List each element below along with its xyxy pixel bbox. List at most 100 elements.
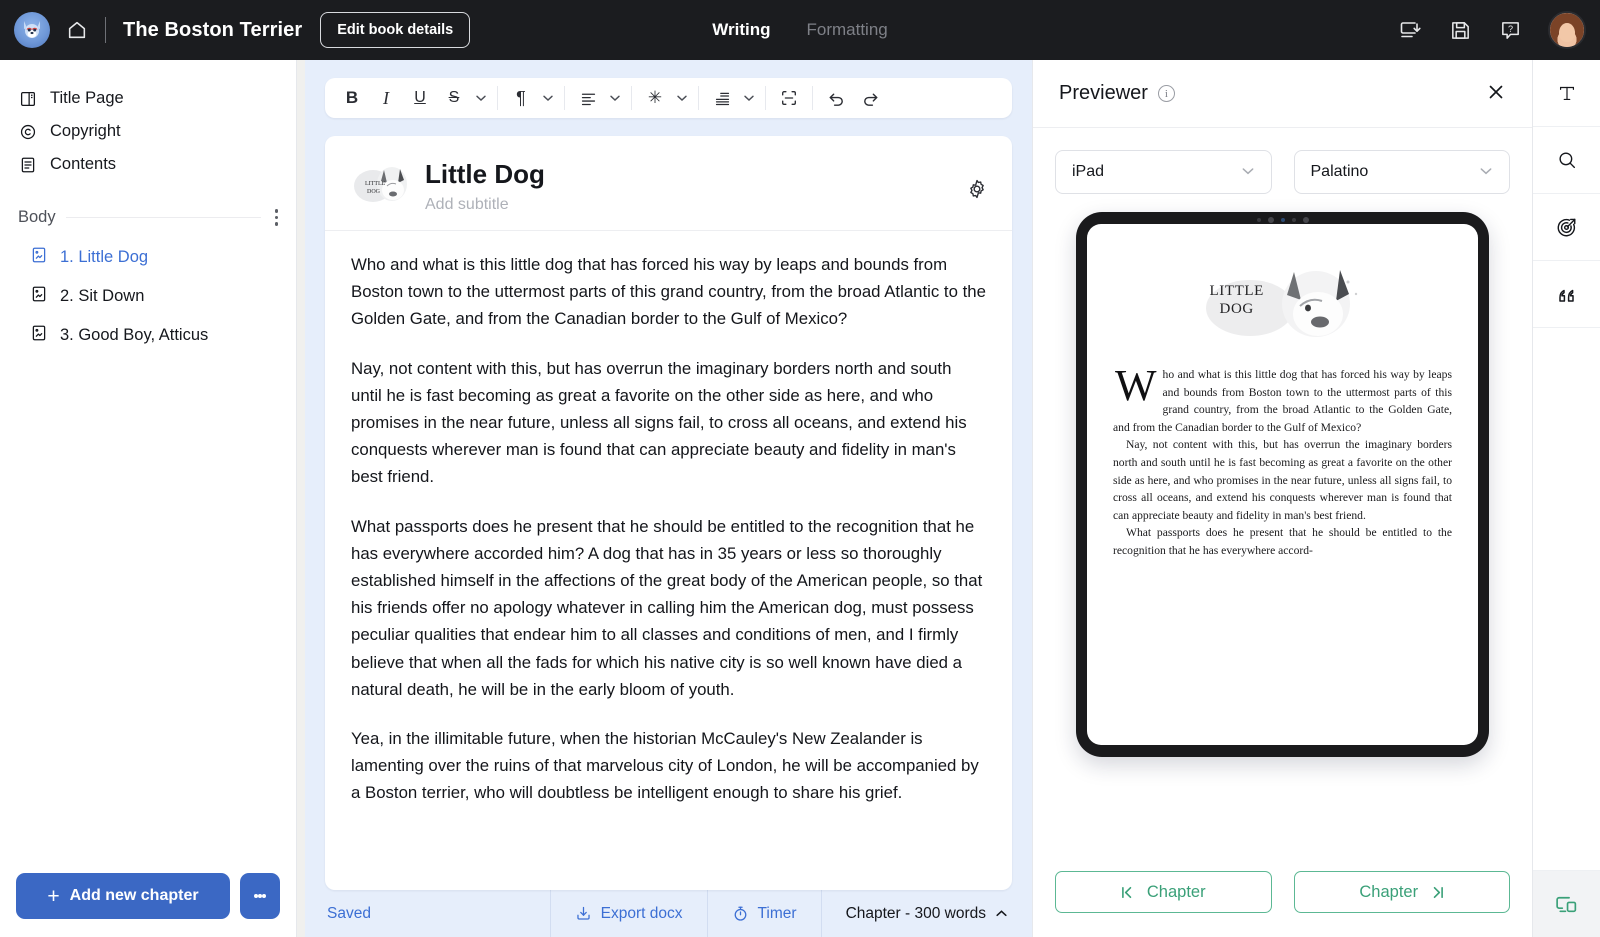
book-title: The Boston Terrier bbox=[123, 19, 302, 42]
sidebar-more-menu-button[interactable] bbox=[240, 873, 280, 919]
close-icon[interactable] bbox=[1486, 82, 1506, 106]
redo-icon[interactable] bbox=[853, 82, 887, 114]
chevron-down-icon bbox=[1241, 164, 1255, 181]
sidebar-section-label: Body bbox=[18, 208, 56, 227]
tab-formatting[interactable]: Formatting bbox=[806, 20, 887, 40]
paragraph-mark-button[interactable]: ¶ bbox=[504, 82, 538, 114]
gear-icon[interactable] bbox=[966, 178, 988, 205]
lists-chevron-down-icon[interactable] bbox=[739, 82, 759, 114]
right-rail bbox=[1532, 60, 1600, 937]
tab-writing[interactable]: Writing bbox=[712, 20, 770, 40]
sidebar-item-contents[interactable]: Contents bbox=[0, 148, 296, 181]
sidebar-chapter-1[interactable]: 1. Little Dog bbox=[0, 238, 296, 277]
preview-screen[interactable]: LITTLE DOG Who and what is this little d… bbox=[1087, 224, 1478, 745]
avatar-face bbox=[1559, 23, 1575, 43]
previewer-title: Previewer bbox=[1059, 82, 1148, 105]
align-left-icon[interactable] bbox=[571, 82, 605, 114]
toolbar-group-text: B I U S bbox=[329, 78, 497, 118]
quote-icon[interactable] bbox=[1533, 261, 1600, 328]
text-style-chevron-down-icon[interactable] bbox=[471, 82, 491, 114]
next-chapter-button[interactable]: Chapter bbox=[1294, 871, 1511, 913]
document-paragraph: Who and what is this little dog that has… bbox=[351, 251, 986, 333]
next-chapter-icon bbox=[1427, 885, 1444, 900]
bold-button[interactable]: B bbox=[335, 82, 369, 114]
previewer-controls: iPad Palatino bbox=[1033, 128, 1532, 194]
typography-text-icon[interactable] bbox=[1533, 60, 1600, 127]
editor-column: B I U S ¶ bbox=[297, 60, 1032, 937]
chapter-page-icon bbox=[30, 324, 48, 347]
strikethrough-button[interactable]: S bbox=[437, 82, 471, 114]
sidebar: Title Page Copyright C bbox=[0, 60, 297, 937]
home-icon[interactable] bbox=[66, 19, 88, 41]
sidebar-chapter-label: 2. Sit Down bbox=[60, 287, 144, 306]
editor-status-bar: Saved Export docx Timer Chapter - bbox=[305, 890, 1032, 937]
sidebar-chapter-3[interactable]: 3. Good Boy, Atticus bbox=[0, 316, 296, 355]
top-bar: The Boston Terrier Edit book details Wri… bbox=[0, 0, 1600, 60]
add-new-chapter-button[interactable]: + Add new chapter bbox=[16, 873, 230, 919]
list-indent-icon[interactable] bbox=[705, 82, 739, 114]
font-select[interactable]: Palatino bbox=[1294, 150, 1511, 194]
svg-text:?: ? bbox=[1507, 23, 1512, 33]
toolbar-group-history bbox=[813, 78, 893, 118]
sidebar-item-title-page[interactable]: Title Page bbox=[0, 82, 296, 115]
device-select[interactable]: iPad bbox=[1055, 150, 1272, 194]
special-chevron-down-icon[interactable] bbox=[672, 82, 692, 114]
svg-text:DOG: DOG bbox=[367, 189, 381, 195]
sidebar-body-section-header: Body bbox=[0, 193, 296, 238]
special-character-button[interactable]: ✳ bbox=[638, 82, 672, 114]
section-divider bbox=[66, 217, 261, 218]
document-paragraph: What passports does he present that he s… bbox=[351, 513, 986, 703]
document-paragraph: Yea, in the illimitable future, when the… bbox=[351, 725, 986, 807]
sidebar-item-copyright[interactable]: Copyright bbox=[0, 115, 296, 148]
export-docx-button[interactable]: Export docx bbox=[550, 890, 707, 937]
import-to-device-icon[interactable] bbox=[1398, 18, 1422, 42]
goal-target-icon[interactable] bbox=[1533, 194, 1600, 261]
save-floppy-icon[interactable] bbox=[1448, 18, 1472, 42]
chapter-header: LITTLE DOG Little Dog Add subtitle bbox=[325, 136, 1012, 231]
contents-list-icon bbox=[18, 155, 37, 174]
italic-button[interactable]: I bbox=[369, 82, 403, 114]
prev-chapter-icon bbox=[1121, 885, 1138, 900]
plus-icon: + bbox=[47, 886, 59, 907]
sidebar-item-label: Copyright bbox=[50, 122, 121, 141]
paragraph-chevron-down-icon[interactable] bbox=[538, 82, 558, 114]
ipad-device-frame: LITTLE DOG Who and what is this little d… bbox=[1076, 212, 1489, 757]
edit-book-details-button[interactable]: Edit book details bbox=[320, 12, 470, 48]
info-icon[interactable]: i bbox=[1158, 85, 1175, 102]
document-body[interactable]: Who and what is this little dog that has… bbox=[325, 231, 1012, 807]
word-count-button[interactable]: Chapter - 300 words bbox=[821, 890, 1032, 937]
body-section-menu-button[interactable] bbox=[271, 207, 283, 228]
align-chevron-down-icon[interactable] bbox=[605, 82, 625, 114]
search-icon[interactable] bbox=[1533, 127, 1600, 194]
sidebar-chapter-2[interactable]: 2. Sit Down bbox=[0, 277, 296, 316]
device-preview-icon[interactable] bbox=[1533, 870, 1600, 937]
chapter-subtitle-placeholder[interactable]: Add subtitle bbox=[425, 196, 545, 214]
dog-logo-icon[interactable] bbox=[14, 12, 50, 48]
device-select-value: iPad bbox=[1072, 163, 1104, 181]
user-avatar[interactable] bbox=[1548, 11, 1586, 49]
device-preview-area: LITTLE DOG Who and what is this little d… bbox=[1033, 194, 1532, 851]
preview-paragraph: Who and what is this little dog that has… bbox=[1113, 366, 1452, 436]
main-area: Title Page Copyright C bbox=[0, 60, 1600, 937]
timer-label: Timer bbox=[758, 905, 797, 923]
underline-button[interactable]: U bbox=[403, 82, 437, 114]
chapter-thumbnail-image[interactable]: LITTLE DOG bbox=[351, 160, 411, 208]
previous-chapter-button[interactable]: Chapter bbox=[1055, 871, 1272, 913]
toolbar-group-align bbox=[565, 78, 631, 118]
help-question-icon[interactable]: ? bbox=[1498, 18, 1522, 42]
mode-tabs: Writing Formatting bbox=[712, 20, 887, 40]
next-chapter-label: Chapter bbox=[1359, 883, 1418, 902]
timer-button[interactable]: Timer bbox=[707, 890, 821, 937]
rail-spacer bbox=[1533, 328, 1600, 870]
sidebar-chapter-label: 1. Little Dog bbox=[60, 248, 148, 267]
insert-frame-icon[interactable] bbox=[772, 82, 806, 114]
formatting-toolbar: B I U S ¶ bbox=[325, 78, 1012, 118]
sidebar-footer: + Add new chapter bbox=[0, 859, 296, 937]
toolbar-group-lists bbox=[699, 78, 765, 118]
preview-body-text: Who and what is this little dog that has… bbox=[1113, 366, 1452, 560]
saved-status: Saved bbox=[305, 905, 371, 923]
preview-hero-title: LITTLE DOG bbox=[1210, 282, 1264, 319]
undo-icon[interactable] bbox=[819, 82, 853, 114]
chapter-title[interactable]: Little Dog bbox=[425, 160, 545, 190]
previous-chapter-label: Chapter bbox=[1147, 883, 1206, 902]
